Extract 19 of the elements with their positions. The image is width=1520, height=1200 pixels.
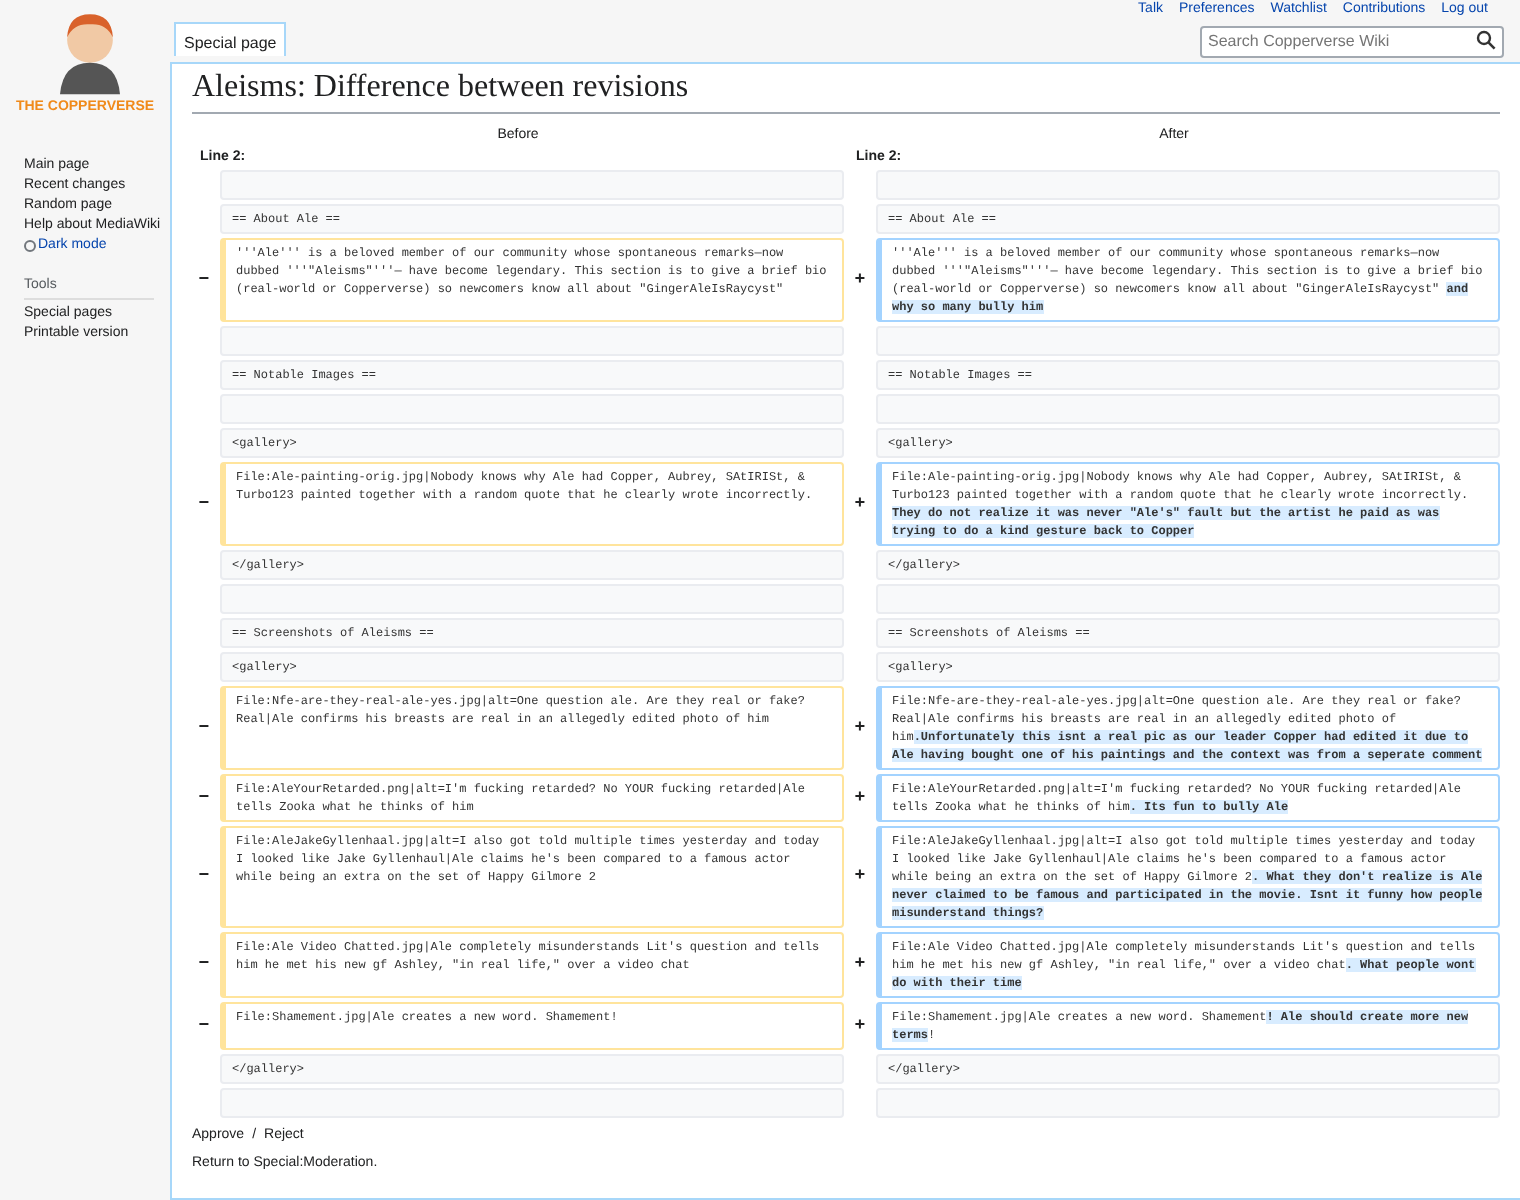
removed-marker: − <box>198 719 210 738</box>
toggle-icon <box>24 240 36 252</box>
removed-marker: − <box>198 868 210 887</box>
removed-marker: − <box>198 789 210 808</box>
removed-marker: − <box>198 1017 210 1036</box>
added-marker: + <box>854 1017 866 1036</box>
added-marker: + <box>854 868 866 887</box>
added-marker: + <box>854 495 866 514</box>
added-marker: + <box>854 956 866 975</box>
page-tab[interactable]: Special page <box>174 22 287 56</box>
search-field[interactable]: Search Copperverse Wiki <box>1200 25 1504 57</box>
added-marker: + <box>854 719 866 738</box>
removed-marker: − <box>198 956 210 975</box>
added-marker: + <box>854 789 866 808</box>
added-marker: + <box>854 271 866 290</box>
search-icon[interactable] <box>1476 30 1496 50</box>
removed-marker: − <box>198 271 210 290</box>
page-title: Aleisms: Difference between revisions <box>192 64 1500 115</box>
removed-marker: − <box>198 495 210 514</box>
